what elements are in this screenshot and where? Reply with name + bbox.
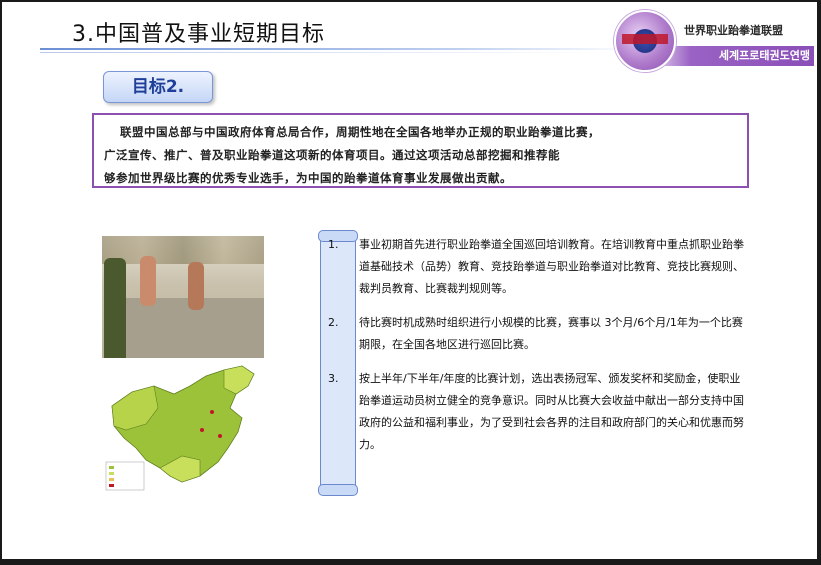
map-marker: [210, 410, 214, 414]
list-item: 1. 事业初期首先进行职业跆拳道全国巡回培训教育。在培训教育中重点抓职业跆拳道基…: [324, 234, 744, 300]
item-number: 2.: [328, 316, 339, 329]
map-legend-swatch: [109, 466, 114, 469]
map-legend-swatch: [109, 472, 114, 475]
title-underline-thin: [40, 52, 600, 53]
intro-box: 联盟中国总部与中国政府体育总局合作，周期性地在全国各地举办正规的职业跆拳道比赛，…: [92, 113, 749, 188]
item-number: 3.: [328, 372, 339, 385]
list-item: 3. 按上半年/下半年/年度的比赛计划，选出表扬冠军、颁发奖杯和奖励金，使职业跆…: [324, 368, 744, 456]
page-title: 3.中国普及事业短期目标: [72, 22, 325, 47]
photo-fighter-left: [140, 256, 156, 306]
intro-line-3: 够参加世界级比赛的优秀专业选手，为中国的跆拳道体育事业发展做出贡献。: [104, 171, 512, 185]
china-map: [105, 365, 255, 491]
map-legend-swatch: [109, 484, 114, 487]
match-photo: [102, 236, 264, 358]
intro-line-2: 广泛宣传、推广、普及职业跆拳道这项新的体育项目。通过这项活动总部挖掘和推荐能: [104, 148, 560, 162]
item-text: 事业初期首先进行职业跆拳道全国巡回培训教育。在培训教育中重点抓职业跆拳道基础技术…: [359, 238, 744, 295]
map-region-northeast: [223, 365, 255, 395]
photo-referee: [104, 258, 126, 358]
item-text: 按上半年/下半年/年度的比赛计划，选出表扬冠军、颁发奖杯和奖励金，使职业跆拳道运…: [359, 372, 744, 451]
map-marker: [218, 434, 222, 438]
photo-fighter-right: [188, 262, 204, 310]
scroll-bottom-roll: [318, 484, 358, 496]
federation-emblem-icon: [614, 10, 676, 72]
goal-items-list: 1. 事业初期首先进行职业跆拳道全国巡回培训教育。在培训教育中重点抓职业跆拳道基…: [324, 234, 744, 456]
org-name-chinese: 世界职业跆拳道联盟: [684, 24, 783, 37]
slide: 3.中国普及事业短期目标 세계프로태권도연맹 世界职业跆拳道联盟 目标2. 联盟…: [0, 0, 821, 565]
goal-badge: 目标2.: [103, 71, 213, 103]
item-number: 1.: [328, 238, 339, 251]
emblem-band: [622, 34, 668, 44]
intro-line-1: 联盟中国总部与中国政府体育总局合作，周期性地在全国各地举办正规的职业跆拳道比赛，: [120, 125, 600, 139]
photo-crowd: [102, 236, 264, 264]
list-item: 2. 待比赛时机成熟时组织进行小规模的比赛，赛事以 3个月/6个月/1年为一个比…: [324, 312, 744, 356]
title-underline: [40, 48, 640, 50]
map-legend-swatch: [109, 478, 114, 481]
map-marker: [200, 428, 204, 432]
item-text: 待比赛时机成熟时组织进行小规模的比赛，赛事以 3个月/6个月/1年为一个比赛期限…: [359, 316, 743, 351]
